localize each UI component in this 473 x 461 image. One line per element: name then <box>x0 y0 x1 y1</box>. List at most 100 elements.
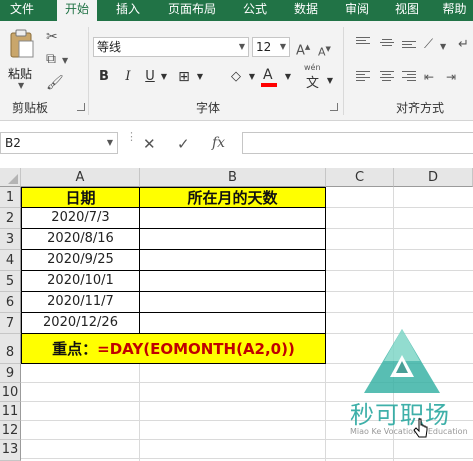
tab-page-layout[interactable]: 页面布局 <box>160 0 224 21</box>
font-launcher-icon[interactable] <box>330 103 338 111</box>
row-header[interactable]: 5 <box>0 271 21 292</box>
align-bottom-icon[interactable] <box>402 41 416 53</box>
days-cell[interactable] <box>140 313 326 334</box>
row-header[interactable]: 9 <box>0 364 21 383</box>
font-name-select[interactable]: 等线 ▼ <box>93 37 249 57</box>
formula-bar: B2 ▼ ⋮ ✕ ✓ fx <box>0 122 473 167</box>
date-cell[interactable]: 2020/11/7 <box>21 292 140 313</box>
increase-font-icon[interactable]: A▲ <box>296 39 310 59</box>
date-cell[interactable]: 2020/8/16 <box>21 229 140 250</box>
align-right-icon[interactable] <box>402 71 416 83</box>
tab-home[interactable]: 开始 <box>57 0 97 21</box>
mouse-cursor-icon <box>413 418 428 438</box>
bold-button[interactable]: B <box>96 69 112 85</box>
days-cell[interactable] <box>140 292 326 313</box>
cancel-icon[interactable]: ✕ <box>143 135 156 153</box>
paste-button[interactable]: 粘贴 ▼ <box>6 29 38 90</box>
tab-review[interactable]: 审阅 <box>338 0 376 21</box>
font-size-value: 12 <box>256 40 272 54</box>
days-cell[interactable] <box>140 250 326 271</box>
divider <box>343 27 344 115</box>
date-cell[interactable]: 2020/10/1 <box>21 271 140 292</box>
days-cell[interactable] <box>140 229 326 250</box>
chevron-down-icon: ▼ <box>279 42 286 51</box>
formula-input[interactable] <box>242 132 473 154</box>
decrease-indent-icon[interactable]: ⇤ <box>424 69 434 85</box>
brand-logo-icon <box>364 329 440 393</box>
alignment-group-label: 对齐方式 <box>396 101 445 115</box>
clipboard-group-label: 剪贴板 <box>12 101 49 115</box>
align-left-icon[interactable] <box>356 71 370 83</box>
drag-handle-icon[interactable]: ⋮ <box>126 131 137 142</box>
row-header[interactable]: 12 <box>0 421 21 440</box>
row-header[interactable]: 1 <box>0 187 21 208</box>
tab-file[interactable]: 文件 <box>0 0 44 21</box>
row-header[interactable]: 4 <box>0 250 21 271</box>
increase-indent-icon[interactable]: ⇥ <box>446 69 456 85</box>
font-group-label: 字体 <box>196 101 221 115</box>
align-center-icon[interactable] <box>380 71 394 83</box>
header-cell-date[interactable]: 日期 <box>21 187 140 208</box>
watermark-tagline: Miao Ke Vocational Education <box>350 427 468 436</box>
fill-color-dropdown-icon[interactable]: ▼ <box>244 69 260 85</box>
clipboard-launcher-icon[interactable] <box>77 103 85 111</box>
paste-dropdown-icon[interactable]: ▼ <box>18 81 24 90</box>
watermark-brand: 秒可职场 <box>350 401 450 429</box>
phonetic-dropdown-icon[interactable]: ▼ <box>322 73 338 89</box>
row-header[interactable]: 2 <box>0 208 21 229</box>
format-painter-icon[interactable]: 🖌 <box>46 75 64 91</box>
tab-data[interactable]: 数据 <box>286 0 326 21</box>
row-header[interactable]: 6 <box>0 292 21 313</box>
row-header[interactable]: 8 <box>0 334 21 364</box>
note-prefix: 重点： <box>52 340 98 358</box>
date-cell[interactable]: 2020/12/26 <box>21 313 140 334</box>
font-size-select[interactable]: 12 ▼ <box>252 37 290 57</box>
tab-insert[interactable]: 插入 <box>108 0 148 21</box>
days-cell[interactable] <box>140 271 326 292</box>
row-header[interactable]: 10 <box>0 383 21 402</box>
copy-icon[interactable]: ⧉ <box>46 51 56 67</box>
decrease-font-icon[interactable]: A▼ <box>318 41 331 61</box>
date-cell[interactable]: 2020/9/25 <box>21 250 140 271</box>
wrap-text-icon[interactable]: ↵ <box>458 37 469 53</box>
chevron-down-icon: ▼ <box>106 138 113 147</box>
header-cell-days[interactable]: 所在月的天数 <box>140 187 326 208</box>
row-header[interactable]: 3 <box>0 229 21 250</box>
date-cell[interactable]: 2020/7/3 <box>21 208 140 229</box>
select-all-button[interactable] <box>0 168 21 187</box>
tab-view[interactable]: 视图 <box>388 0 426 21</box>
formula-note-cell[interactable]: 重点：=DAY(EOMONTH(A2,0)) <box>21 334 326 364</box>
row-header[interactable]: 7 <box>0 313 21 334</box>
align-middle-icon[interactable] <box>380 39 394 51</box>
name-box[interactable]: B2 ▼ <box>0 132 118 154</box>
italic-button[interactable]: I <box>120 69 136 85</box>
orientation-icon[interactable]: ⟋ <box>424 37 433 53</box>
note-formula: =DAY(EOMONTH(A2,0)) <box>97 340 295 358</box>
column-header-b[interactable]: B <box>140 168 326 187</box>
paste-label: 粘贴 <box>8 67 33 81</box>
tab-help[interactable]: 帮助 <box>436 0 473 21</box>
ribbon-tab-bar: 文件 开始 插入 页面布局 公式 数据 审阅 视图 帮助 <box>0 0 473 21</box>
row-header[interactable]: 13 <box>0 440 21 461</box>
font-color-dropdown-icon[interactable]: ▼ <box>280 69 296 85</box>
column-header-c[interactable]: C <box>326 168 394 187</box>
tab-formulas[interactable]: 公式 <box>236 0 274 21</box>
copy-dropdown-icon[interactable]: ▼ <box>62 53 68 69</box>
insert-function-icon[interactable]: fx <box>212 135 225 151</box>
orientation-dropdown-icon[interactable]: ▼ <box>440 39 446 55</box>
border-icon[interactable]: ⊞ <box>176 69 192 85</box>
font-color-button[interactable]: A <box>260 67 278 89</box>
row-header[interactable]: 11 <box>0 402 21 421</box>
font-color-icon: A <box>263 67 273 83</box>
cut-icon[interactable]: ✂ <box>46 29 58 45</box>
days-cell[interactable] <box>140 208 326 229</box>
divider <box>88 27 89 115</box>
phonetic-wen-label: wén <box>304 63 321 72</box>
column-header-a[interactable]: A <box>21 168 140 187</box>
underline-dropdown-icon[interactable]: ▼ <box>156 69 172 85</box>
column-header-d[interactable]: D <box>394 168 473 187</box>
enter-icon[interactable]: ✓ <box>177 135 190 153</box>
fill-color-icon[interactable]: ◇ <box>228 69 244 85</box>
align-top-icon[interactable] <box>356 37 370 49</box>
border-dropdown-icon[interactable]: ▼ <box>192 69 208 85</box>
